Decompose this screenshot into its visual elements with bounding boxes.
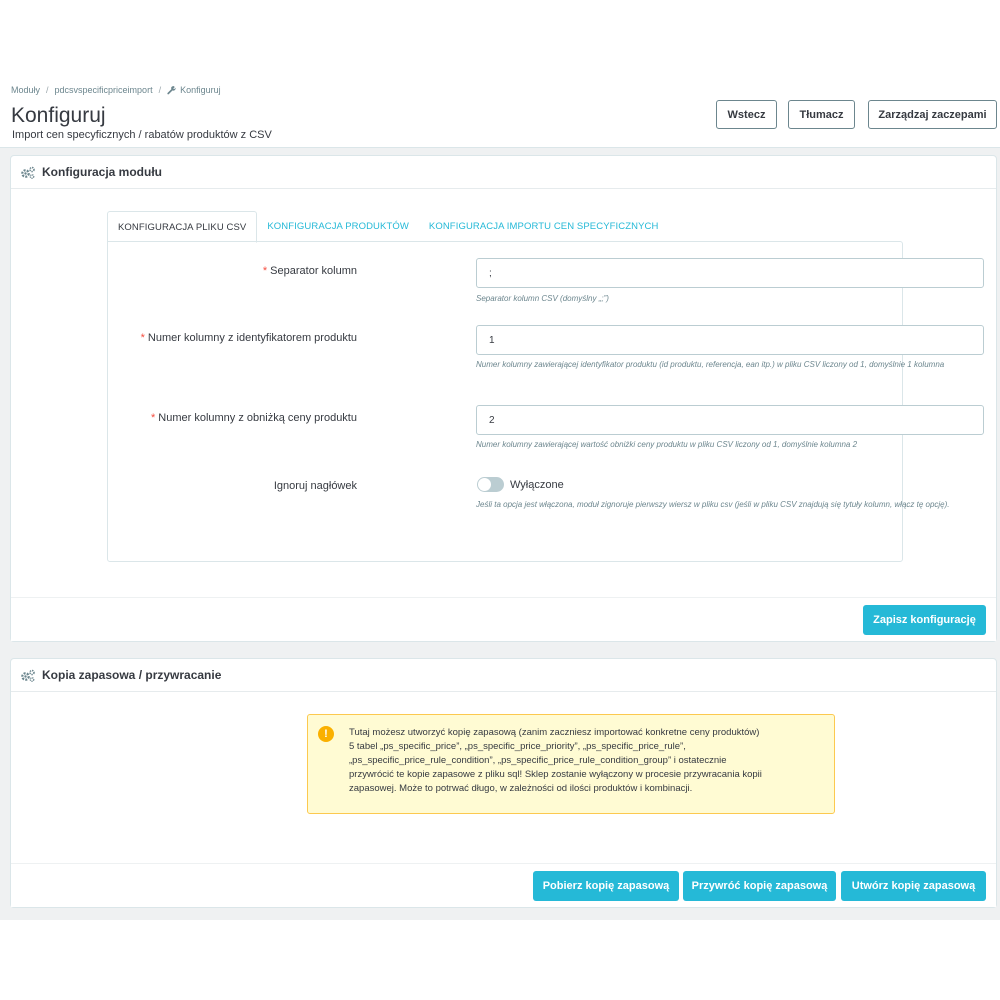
alert-line: przywrócić te kopie zapasowe z pliku sql… [349, 769, 762, 780]
panel-footer: Pobierz kopię zapasową Przywróć kopię za… [11, 863, 996, 907]
breadcrumb-separator: / [46, 85, 49, 95]
id-column-input[interactable]: 1 [476, 325, 984, 355]
id-column-help: Numer kolumny zawierającej identyfikator… [476, 360, 945, 369]
required-marker: * [151, 412, 156, 424]
toggle-knob [478, 478, 491, 491]
page-subtitle: Import cen specyficznych / rabatów produ… [12, 129, 272, 141]
alert-line: Tutaj możesz utworzyć kopię zapasową (za… [349, 727, 760, 738]
breadcrumb-item-module[interactable]: pdcsvspecificpriceimport [55, 85, 153, 95]
breadcrumb-current: Konfiguruj [180, 85, 221, 95]
module-config-panel: Konfiguracja modułu KONFIGURACJA PLIKU C… [10, 155, 997, 642]
breadcrumb: Moduły / pdcsvspecificpriceimport / Konf… [11, 85, 221, 95]
alert-text: Tutaj możesz utworzyć kopię zapasową (za… [349, 726, 829, 796]
alert-line: zapasowej. Może to potrwać długo, w zale… [349, 783, 693, 794]
restore-backup-button[interactable]: Przywróć kopię zapasową [683, 871, 836, 901]
required-marker: * [140, 332, 145, 344]
tab-csv-config[interactable]: KONFIGURACJA PLIKU CSV [107, 211, 258, 243]
panel-heading: Konfiguracja modułu [11, 156, 996, 189]
panel-heading: Kopia zapasowa / przywracanie [11, 659, 996, 692]
warning-icon: ! [318, 726, 334, 742]
tab-content: * Separator kolumn ; Separator kolumn CSV… [107, 241, 984, 562]
backup-warning-alert: ! Tutaj możesz utworzyć kopię zapasową (… [307, 714, 835, 814]
config-tabs: KONFIGURACJA PLIKU CSV KONFIGURACJA PROD… [107, 210, 669, 243]
tab-specific-price-import-config[interactable]: KONFIGURACJA IMPORTU CEN SPECYFICZNYCH [419, 211, 669, 242]
breadcrumb-separator: / [158, 85, 162, 95]
discount-column-help: Numer kolumny zawierającej wartość obniż… [476, 440, 858, 449]
page-header: Moduły / pdcsvspecificpriceimport / Konf… [0, 76, 1000, 148]
tab-products-config[interactable]: KONFIGURACJA PRODUKTÓW [257, 211, 419, 242]
id-column-label: * Numer kolumny z identyfikatorem produkt… [140, 332, 357, 344]
ignore-header-help: Jeśli ta opcja jest włączona, moduł zign… [476, 500, 950, 509]
ignore-header-state: Wyłączone [510, 479, 564, 491]
breadcrumb-item-modules[interactable]: Moduły [11, 85, 40, 95]
save-config-button[interactable]: Zapisz konfigurację [863, 605, 986, 635]
admin-page: Moduły / pdcsvspecificpriceimport / Konf… [0, 76, 1000, 920]
discount-column-input[interactable]: 2 [476, 405, 984, 435]
page-title: Konfiguruj [11, 104, 106, 127]
download-backup-button[interactable]: Pobierz kopię zapasową [533, 871, 679, 901]
back-button[interactable]: Wstecz [716, 100, 777, 129]
panel-footer: Zapisz konfigurację [11, 597, 996, 641]
required-marker: * [262, 265, 268, 277]
ignore-header-label: Ignoruj nagłówek [273, 480, 357, 492]
ignore-header-toggle[interactable] [477, 477, 504, 492]
cogs-icon [21, 166, 35, 179]
separator-help: Separator kolumn CSV (domyślny „;”) [476, 294, 609, 303]
wrench-icon [167, 85, 176, 94]
backup-panel: Kopia zapasowa / przywracanie ! Tutaj mo… [10, 658, 997, 908]
discount-column-label: * Numer kolumny z obniżką ceny produktu [151, 412, 357, 424]
separator-input[interactable]: ; [476, 258, 984, 288]
alert-line: 5 tabel „ps_specific_price”, „ps_specifi… [349, 741, 686, 752]
translate-button[interactable]: Tłumacz [788, 100, 855, 129]
cogs-icon [21, 669, 35, 682]
create-backup-button[interactable]: Utwórz kopię zapasową [841, 871, 986, 901]
panel-title: Konfiguracja modułu [42, 165, 162, 179]
panel-title: Kopia zapasowa / przywracanie [42, 668, 222, 682]
separator-label: * Separator kolumn [262, 265, 357, 277]
alert-line: „ps_specific_price_rule_condition”, „ps_… [349, 755, 727, 766]
manage-hooks-button[interactable]: Zarządzaj zaczepami [868, 100, 997, 129]
